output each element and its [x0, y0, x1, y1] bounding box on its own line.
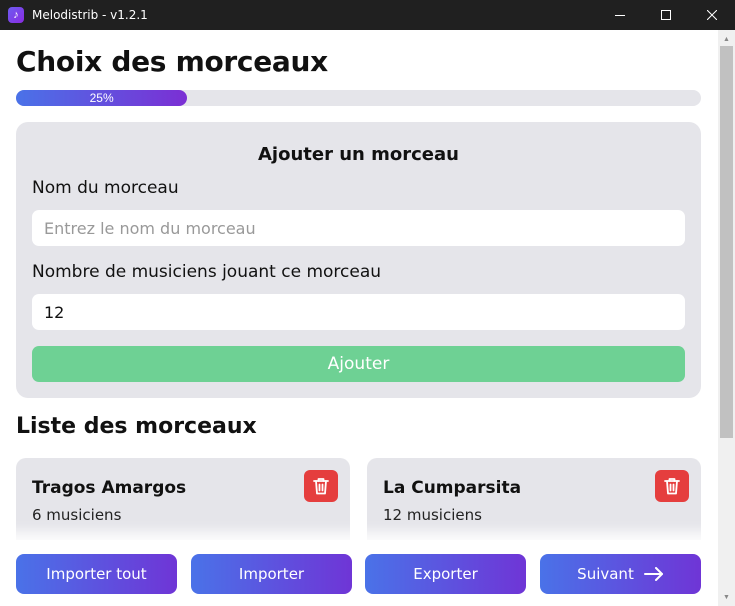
delete-song-button[interactable]: [655, 470, 689, 502]
song-name: La Cumparsita: [383, 478, 522, 498]
scroll-thumb[interactable]: [720, 46, 733, 438]
vertical-scrollbar[interactable]: ▲ ▼: [718, 30, 735, 606]
minimize-icon[interactable]: [597, 0, 643, 30]
trash-icon: [313, 478, 329, 495]
music-note-icon: ♪: [8, 7, 24, 23]
song-musician-count: 12 musiciens: [383, 506, 482, 524]
title-bar: ♪ Melodistrib - v1.2.1: [0, 0, 735, 30]
window-title: Melodistrib - v1.2.1: [32, 8, 148, 22]
add-song-button[interactable]: Ajouter: [32, 346, 685, 382]
song-name-input[interactable]: [32, 210, 685, 246]
scroll-down-icon[interactable]: ▼: [718, 590, 735, 604]
export-button[interactable]: Exporter: [365, 554, 526, 594]
progress-label: 25%: [89, 91, 114, 105]
export-label: Exporter: [413, 565, 478, 583]
page-title: Choix des morceaux: [16, 45, 328, 78]
song-name: Tragos Amargos: [32, 478, 187, 498]
add-song-card: Ajouter un morceau Nom du morceau Nombre…: [16, 122, 701, 398]
window-controls: [597, 0, 735, 30]
trash-icon: [664, 478, 680, 495]
add-song-title: Ajouter un morceau: [258, 144, 459, 165]
musicians-count-input[interactable]: [32, 294, 685, 330]
musicians-count-label: Nombre de musiciens jouant ce morceau: [32, 262, 382, 282]
close-icon[interactable]: [689, 0, 735, 30]
arrow-right-icon: [643, 567, 663, 581]
song-name-label: Nom du morceau: [32, 178, 179, 198]
import-label: Importer: [238, 565, 305, 583]
progress-fill: 25%: [16, 90, 188, 106]
next-label: Suivant: [577, 565, 634, 583]
progress-bar: 25%: [16, 90, 701, 106]
main-content: Choix des morceaux 25% Ajouter un morcea…: [0, 30, 718, 606]
next-button[interactable]: Suivant: [540, 554, 701, 594]
song-list-title: Liste des morceaux: [16, 414, 257, 439]
maximize-icon[interactable]: [643, 0, 689, 30]
song-musician-count: 6 musiciens: [32, 506, 122, 524]
import-all-label: Importer tout: [46, 565, 147, 583]
import-button[interactable]: Importer: [191, 554, 352, 594]
scroll-up-icon[interactable]: ▲: [718, 32, 735, 46]
import-all-button[interactable]: Importer tout: [16, 554, 177, 594]
delete-song-button[interactable]: [304, 470, 338, 502]
footer-bar: Importer tout Importer Exporter Suivant: [0, 540, 718, 606]
